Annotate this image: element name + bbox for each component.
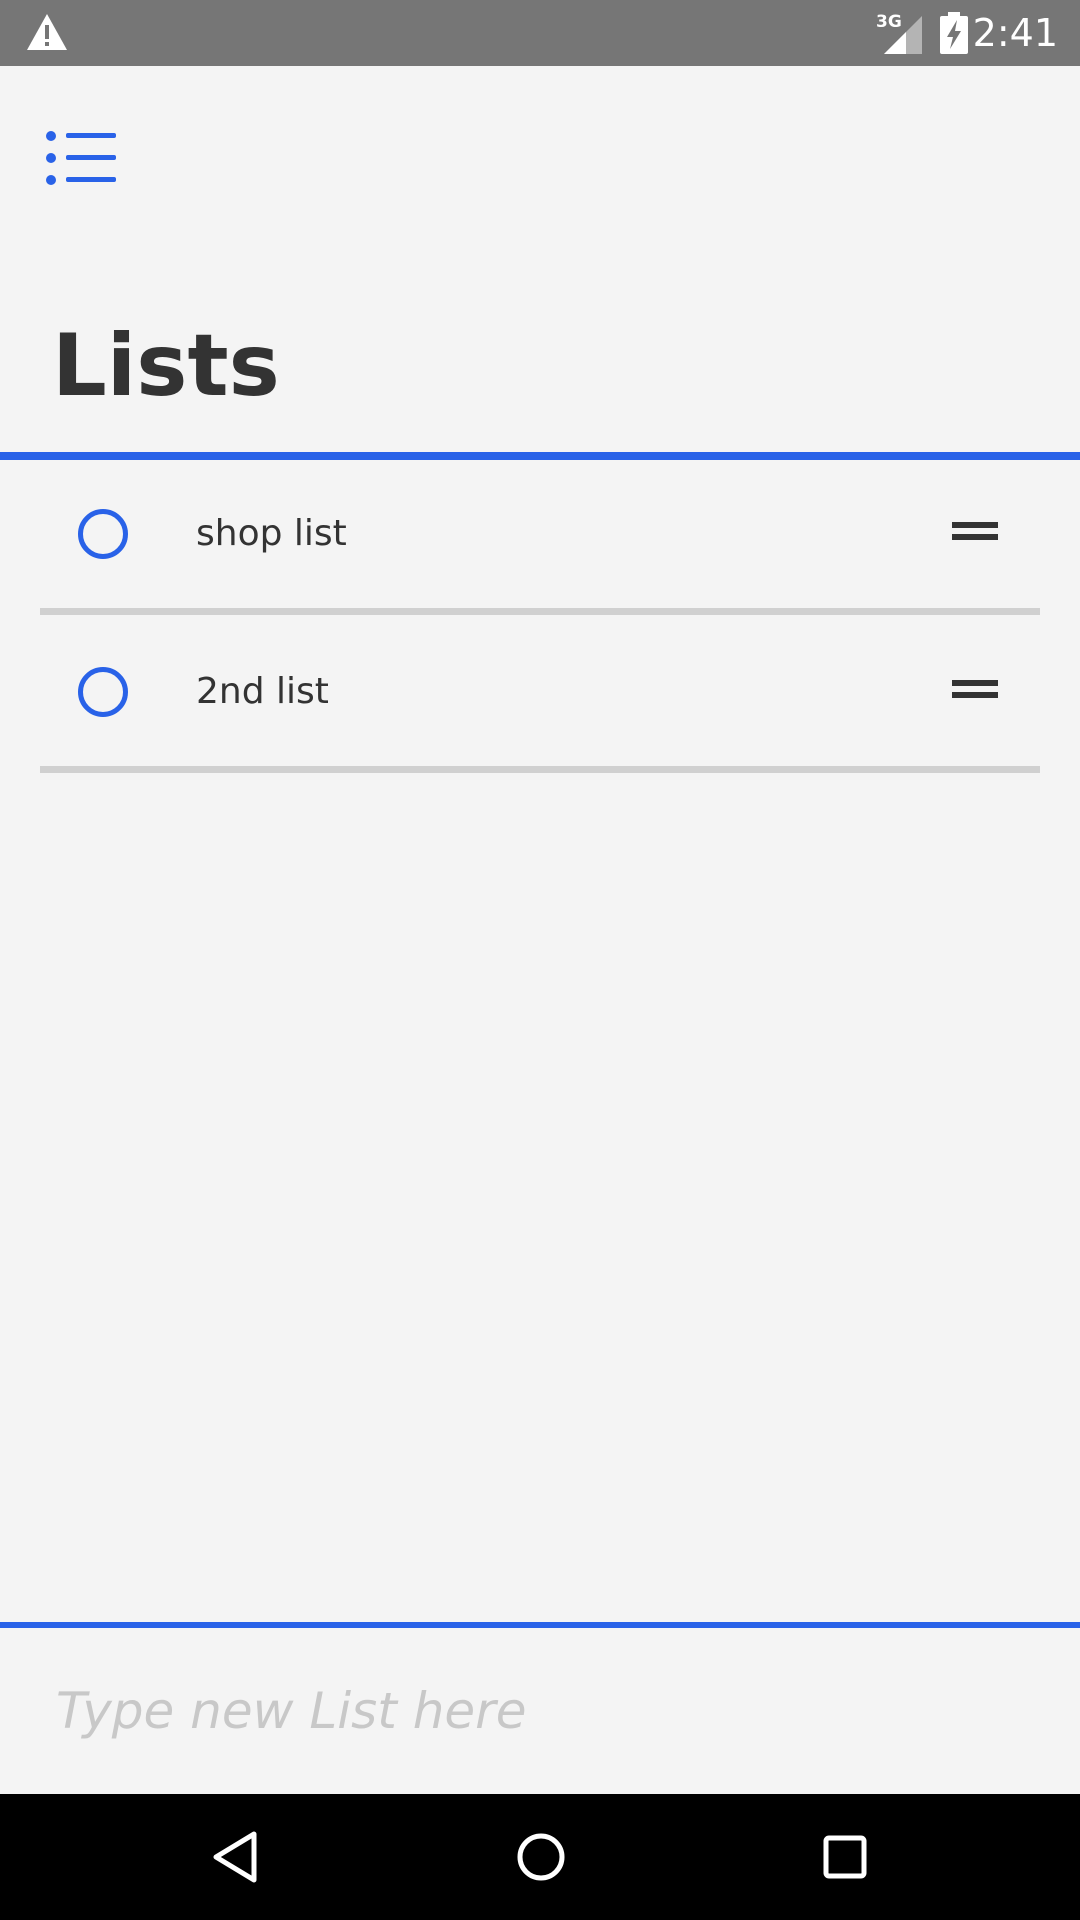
status-clock: 2:41 <box>972 11 1058 55</box>
home-icon <box>517 1833 565 1881</box>
divider <box>40 766 1040 773</box>
title-divider <box>0 452 1080 460</box>
lists-container: shop list 2nd list <box>0 460 1080 776</box>
divider <box>40 608 1040 615</box>
drag-handle-icon[interactable] <box>952 522 998 544</box>
list-item-label: 2nd list <box>196 671 329 712</box>
list-item-label: shop list <box>196 513 347 554</box>
list-menu-button[interactable] <box>36 118 128 202</box>
status-bar: 3G 2:41 <box>0 0 1080 66</box>
list-item-radio[interactable] <box>78 667 128 717</box>
list-item[interactable]: shop list <box>0 460 1080 618</box>
list-item[interactable]: 2nd list <box>0 618 1080 776</box>
network-type-label: 3G <box>876 12 902 32</box>
back-icon <box>213 1831 257 1883</box>
warning-icon <box>27 14 67 50</box>
recents-button[interactable] <box>810 1822 880 1892</box>
recents-icon <box>823 1835 867 1879</box>
drag-handle-icon[interactable] <box>952 680 998 702</box>
list-menu-icon <box>46 131 116 185</box>
new-list-input[interactable] <box>0 1628 1080 1794</box>
list-item-radio[interactable] <box>78 509 128 559</box>
back-button[interactable] <box>202 1822 272 1892</box>
navigation-bar <box>0 1794 1080 1920</box>
page-title: Lists <box>52 316 280 416</box>
home-button[interactable] <box>506 1822 576 1892</box>
battery-charging-icon <box>940 12 968 54</box>
